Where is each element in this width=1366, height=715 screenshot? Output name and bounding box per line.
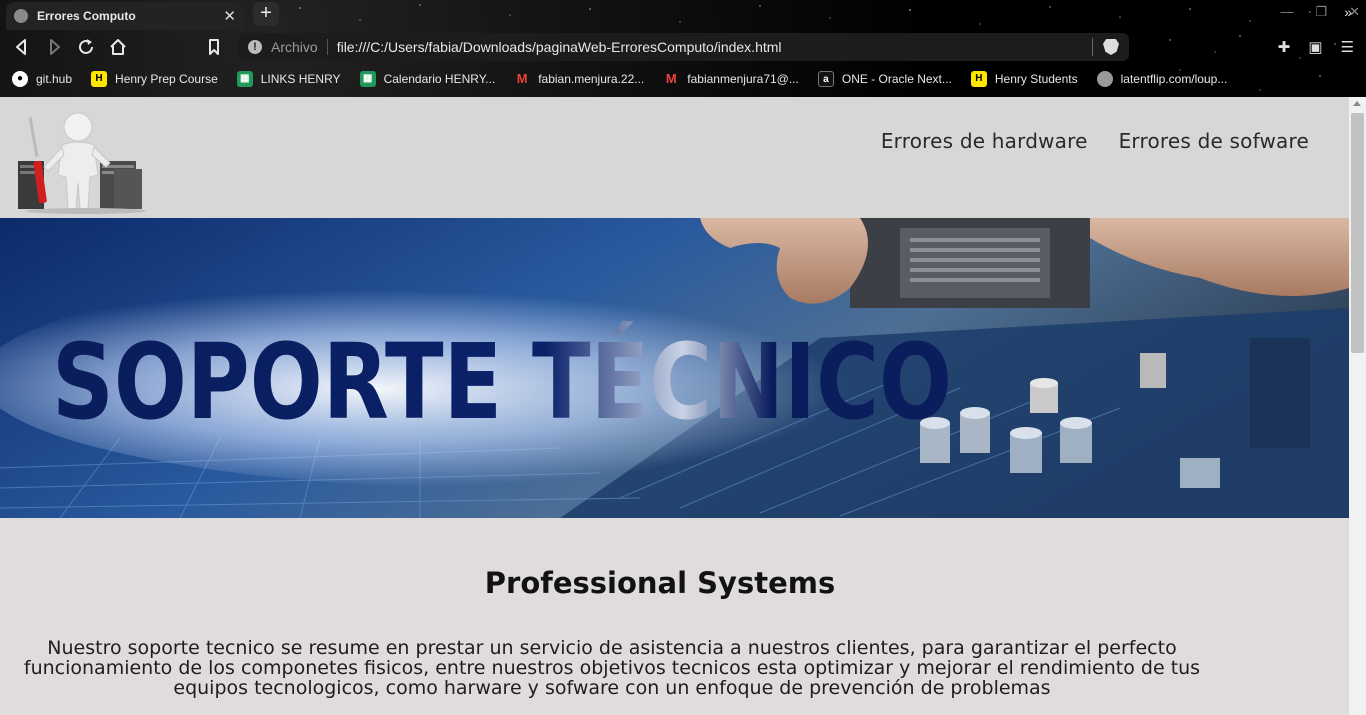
bookmark-item[interactable]: H Henry Prep Course — [91, 71, 218, 87]
scheme-label: Archivo — [271, 39, 318, 55]
bookmark-item[interactable]: Mfabianmenjura71@... — [663, 71, 799, 87]
scrollbar-thumb[interactable] — [1351, 113, 1364, 353]
tab-strip: Errores Computo ✕ + — ❐ ✕ — [0, 0, 1366, 30]
tab-active[interactable]: Errores Computo ✕ — [6, 2, 244, 30]
vertical-scrollbar[interactable] — [1349, 97, 1366, 715]
bookmark-label: fabianmenjura71@... — [687, 72, 799, 86]
address-divider-right — [1092, 38, 1093, 56]
bookmark-label: Henry Students — [994, 72, 1078, 86]
wallet-icon[interactable]: ▣ — [1308, 38, 1322, 56]
toolbar-right-buttons: ✚ ▣ ☰ — [1278, 38, 1354, 56]
henry-icon: H — [970, 71, 987, 87]
alura-icon: a — [817, 71, 834, 87]
sheets-icon: ▦ — [236, 71, 253, 87]
brave-shield-icon[interactable] — [1103, 39, 1119, 55]
scroll-up-icon[interactable] — [1353, 101, 1361, 106]
technician-logo[interactable] — [14, 109, 149, 215]
new-tab-button[interactable]: + — [253, 2, 279, 26]
henry-icon: H — [91, 71, 108, 87]
bookmark-item[interactable]: ▦ Calendario HENRY... — [359, 71, 496, 87]
bookmarks-bar: ● git.hub H Henry Prep Course ▦ LINKS HENRY ▦ C… — [0, 66, 1366, 92]
bookmark-item[interactable]: ▦ LINKS HENRY — [236, 71, 341, 87]
bookmark-item[interactable]: H Henry Students — [970, 71, 1078, 87]
globe-icon — [14, 9, 28, 23]
address-divider — [326, 39, 328, 55]
bookmark-label: latentflip.com/loup... — [1120, 72, 1228, 86]
bookmarks-more-icon[interactable]: » — [1344, 4, 1352, 20]
restore-icon[interactable]: ❐ — [1315, 4, 1327, 20]
bookmark-icon[interactable] — [203, 36, 225, 58]
home-icon[interactable] — [107, 36, 129, 58]
nav-link-software[interactable]: Errores de sofware — [1119, 129, 1309, 153]
close-tab-icon[interactable]: ✕ — [223, 7, 236, 25]
page-viewport: Errores de hardware Errores de sofware S… — [0, 97, 1349, 715]
gmail-icon: M — [665, 71, 677, 86]
bookmark-item[interactable]: ● git.hub — [12, 71, 72, 87]
hero-image: SOPORTE TÉCNICO — [0, 218, 1349, 518]
bookmark-label: fabian.menjura.22... — [538, 72, 645, 86]
reload-icon[interactable] — [75, 36, 97, 58]
hero-banner: SOPORTE TÉCNICO — [0, 218, 1349, 518]
bookmark-label: Calendario HENRY... — [383, 72, 496, 86]
bookmark-item[interactable]: a ONE - Oracle Next... — [817, 71, 952, 87]
bookmark-item[interactable]: latentflip.com/loup... — [1096, 71, 1228, 87]
bookmark-label: LINKS HENRY — [260, 72, 341, 86]
address-bar[interactable]: ! Archivo file:///C:/Users/fabia/Downloa… — [238, 33, 1129, 61]
browser-toolbar: ! Archivo file:///C:/Users/fabia/Downloa… — [0, 32, 1366, 62]
main-nav: Errores de hardware Errores de sofware — [881, 129, 1309, 153]
browser-chrome: Errores Computo ✕ + — ❐ ✕ ! Archivo file… — [0, 0, 1366, 97]
back-icon[interactable] — [11, 36, 33, 58]
content-section: Professional Systems Nuestro soporte tec… — [0, 518, 1349, 715]
nav-link-hardware[interactable]: Errores de hardware — [881, 129, 1088, 153]
forward-icon[interactable] — [43, 36, 65, 58]
extensions-icon[interactable]: ✚ — [1278, 38, 1291, 56]
hero-title: SOPORTE TÉCNICO — [52, 321, 952, 443]
site-header: Errores de hardware Errores de sofware — [0, 97, 1349, 218]
gmail-icon: M — [516, 71, 528, 86]
section-heading: Professional Systems — [484, 566, 836, 600]
globe-icon — [1096, 71, 1113, 87]
bookmark-label: git.hub — [36, 72, 73, 86]
section-paragraph: Nuestro soporte tecnico se resume en pre… — [23, 637, 1201, 699]
url-text[interactable]: file:///C:/Users/fabia/Downloads/paginaW… — [337, 39, 1092, 55]
tab-title: Errores Computo — [37, 9, 136, 23]
sheets-icon: ▦ — [359, 71, 376, 87]
menu-icon[interactable]: ☰ — [1341, 38, 1354, 56]
info-icon[interactable]: ! — [248, 40, 262, 54]
minimize-icon[interactable]: — — [1280, 4, 1293, 20]
bookmark-label: Henry Prep Course — [115, 72, 218, 86]
github-icon: ● — [12, 71, 28, 87]
bookmark-label: ONE - Oracle Next... — [841, 72, 952, 86]
bookmark-item[interactable]: Mfabian.menjura.22... — [514, 71, 645, 87]
